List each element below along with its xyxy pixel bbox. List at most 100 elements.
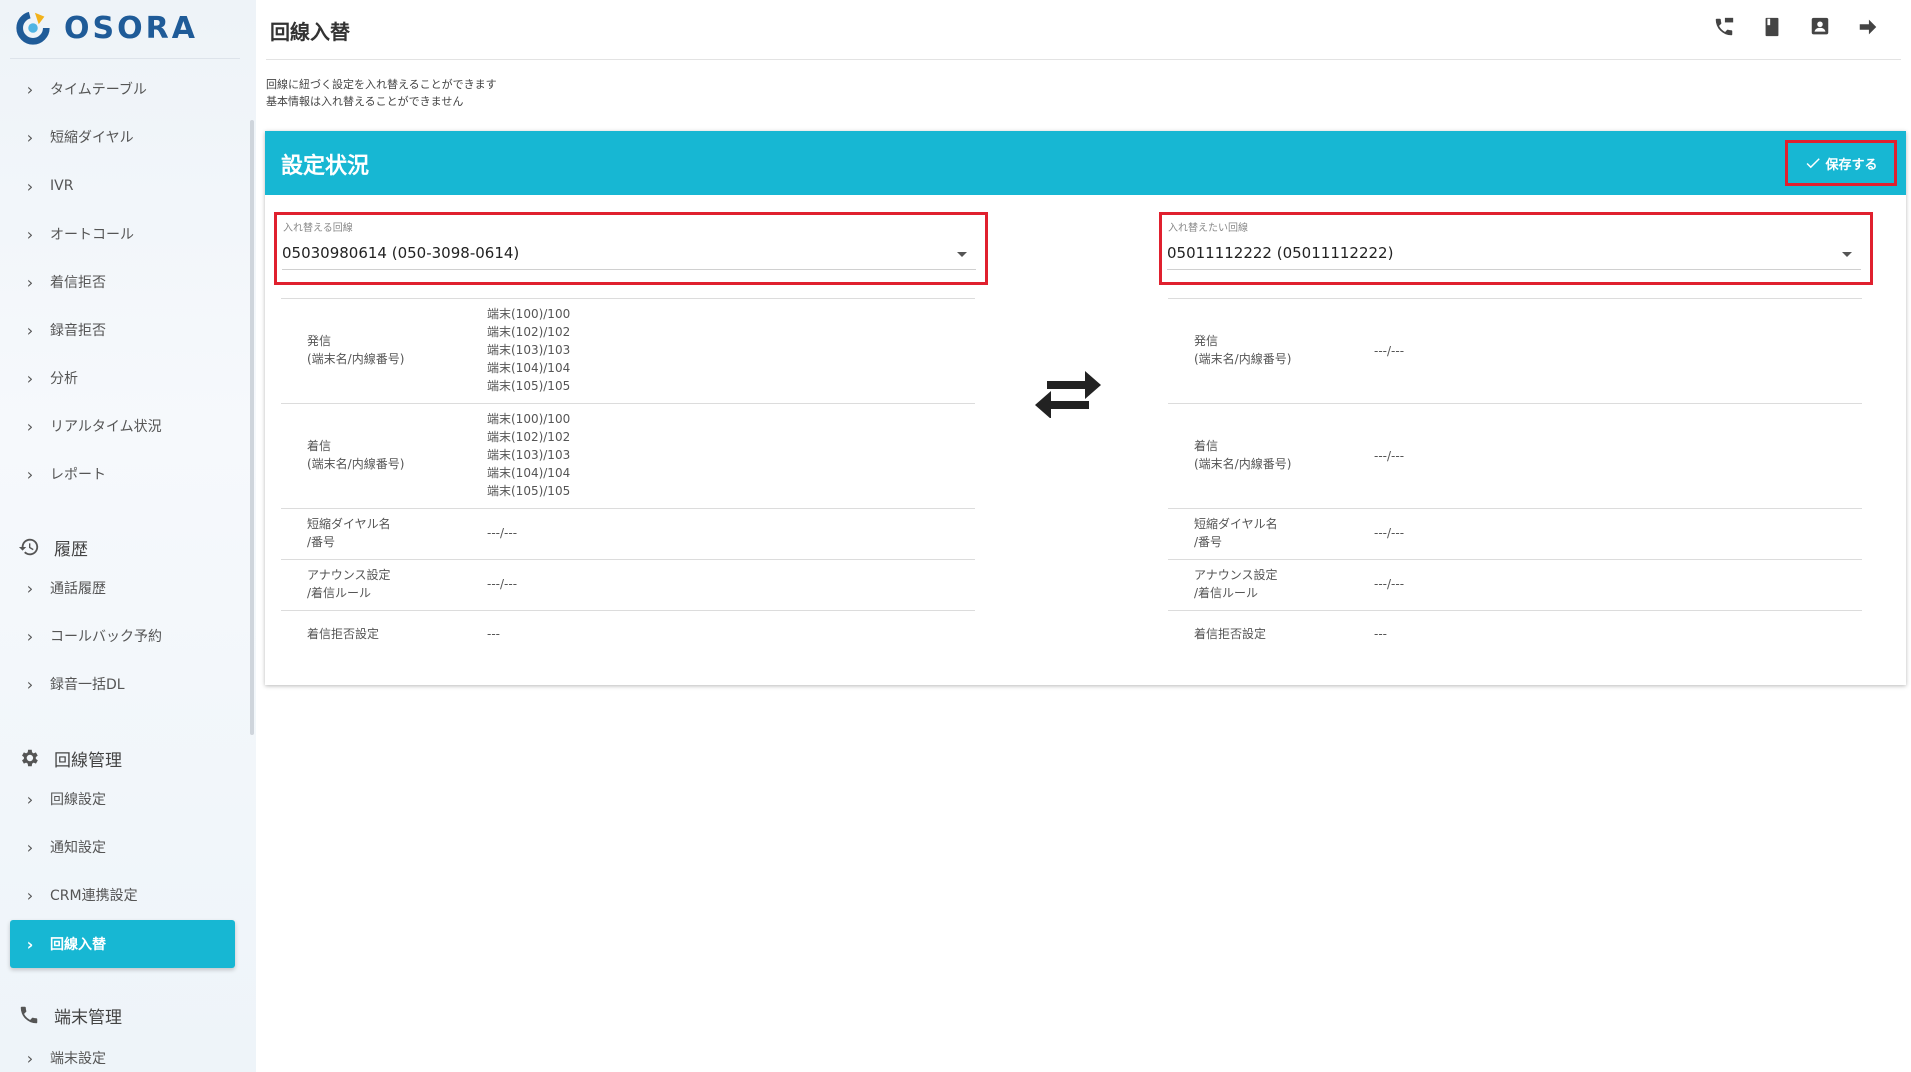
- chevron-right-icon: ›: [26, 934, 34, 954]
- row-value: ---/---: [487, 577, 518, 591]
- chevron-right-icon: ›: [26, 464, 34, 484]
- row-value-list: 端末(100)/100 端末(102)/102 端末(103)/103 端末(1…: [487, 305, 570, 395]
- sip-phone-icon[interactable]: [1713, 16, 1735, 38]
- sidebar-item-crm-settings[interactable]: › CRM連携設定: [10, 871, 235, 919]
- table-row-announce: アナウンス設定 /着信ルール ---/---: [1168, 559, 1862, 610]
- source-line-select[interactable]: 入れ替える回線 05030980614 (050-3098-0614): [274, 212, 988, 285]
- row-value: ---: [1374, 627, 1387, 641]
- dropdown-caret-icon: [957, 252, 967, 257]
- sidebar-item-line-swap[interactable]: › 回線入替: [10, 920, 235, 968]
- sidebar-item-line-settings[interactable]: › 回線設定: [10, 775, 235, 823]
- table-row-reject: 着信拒否設定 ---: [1168, 610, 1862, 658]
- row-value-list: 端末(100)/100 端末(102)/102 端末(103)/103 端末(1…: [487, 410, 570, 500]
- chevron-right-icon: ›: [26, 578, 34, 598]
- terminal-value: 端末(102)/102: [487, 430, 571, 444]
- source-settings-table: 発信 (端末名/内線番号) 端末(100)/100 端末(102)/102 端末…: [281, 298, 975, 658]
- sidebar-item-call-reject[interactable]: › 着信拒否: [10, 258, 235, 306]
- sidebar-item-timetable[interactable]: › タイムテーブル: [10, 65, 235, 113]
- sidebar-item-label: コールバック予約: [50, 629, 162, 645]
- chevron-right-icon: ›: [26, 837, 34, 857]
- row-value: ---/---: [1374, 577, 1405, 591]
- terminal-value: 端末(102)/102: [487, 325, 571, 339]
- target-line-select[interactable]: 入れ替えたい回線 05011112222 (05011112222): [1159, 212, 1873, 285]
- row-label-line: (端末名/内線番号): [307, 457, 405, 471]
- chevron-right-icon: ›: [26, 127, 34, 147]
- row-label: 短縮ダイヤル名 /番号: [1194, 515, 1278, 551]
- sidebar-group-label: 端末管理: [54, 1007, 122, 1028]
- sidebar-item-label: 回線設定: [50, 792, 106, 808]
- sidebar-item-report[interactable]: › レポート: [10, 450, 235, 498]
- target-settings-table: 発信 (端末名/内線番号) ---/--- 着信 (端末名/内線番号) ---/…: [1168, 298, 1862, 658]
- chevron-right-icon: ›: [26, 79, 34, 99]
- terminal-value: 端末(100)/100: [487, 412, 571, 426]
- row-label: 着信拒否設定: [1194, 627, 1267, 641]
- row-label-line: 発信: [1194, 334, 1219, 348]
- row-label: 発信 (端末名/内線番号): [1194, 332, 1291, 368]
- save-button[interactable]: 保存する: [1785, 140, 1897, 186]
- sidebar-item-notify-settings[interactable]: › 通知設定: [10, 823, 235, 871]
- logo-text: OSORA: [64, 10, 198, 46]
- sidebar-item-terminal-settings[interactable]: › 端末設定: [10, 1034, 235, 1072]
- sidebar-item-realtime[interactable]: › リアルタイム状況: [10, 402, 235, 450]
- logo-divider: [10, 58, 240, 59]
- row-label-line: アナウンス設定: [1194, 568, 1278, 582]
- terminal-value: 端末(100)/100: [487, 307, 571, 321]
- logout-arrow-icon[interactable]: [1857, 16, 1879, 38]
- row-value: ---/---: [1374, 449, 1405, 463]
- sidebar-item-label: 短縮ダイヤル: [50, 130, 134, 146]
- sidebar-item-label: 分析: [50, 371, 78, 387]
- sidebar-item-label: オートコール: [50, 227, 134, 243]
- select-label: 入れ替えたい回線: [1168, 223, 1248, 234]
- sidebar-item-analysis[interactable]: › 分析: [10, 354, 235, 402]
- sidebar-item-call-history[interactable]: › 通話履歴: [10, 564, 235, 612]
- row-label: 短縮ダイヤル名 /番号: [307, 515, 391, 551]
- history-icon: [18, 538, 39, 556]
- sidebar-item-label: 通知設定: [50, 840, 106, 856]
- sidebar-item-bulk-download[interactable]: › 録音一括DL: [10, 660, 235, 708]
- chevron-right-icon: ›: [26, 224, 34, 244]
- header-actions: [1713, 16, 1879, 38]
- sidebar: OSORA › タイムテーブル › 短縮ダイヤル › IVR › オートコール …: [0, 0, 256, 1072]
- osora-logo-icon: [16, 11, 50, 45]
- sidebar-item-autocall[interactable]: › オートコール: [10, 210, 235, 258]
- terminal-value: 端末(105)/105: [487, 484, 571, 498]
- sidebar-group-terminal-management[interactable]: 端末管理: [18, 998, 122, 1032]
- row-value: ---/---: [1374, 344, 1405, 358]
- sidebar-item-label: リアルタイム状況: [50, 419, 162, 435]
- save-button-label: 保存する: [1825, 156, 1878, 172]
- sidebar-item-speed-dial[interactable]: › 短縮ダイヤル: [10, 113, 235, 161]
- sidebar-item-label: 回線入替: [50, 937, 106, 953]
- terminal-value: 端末(104)/104: [487, 466, 571, 480]
- table-row-speed-dial: 短縮ダイヤル名 /番号 ---/---: [281, 508, 975, 559]
- row-label: アナウンス設定 /着信ルール: [307, 566, 391, 602]
- sidebar-item-label: 着信拒否: [50, 275, 106, 291]
- logo[interactable]: OSORA: [14, 8, 198, 48]
- sidebar-scrollbar[interactable]: [250, 120, 254, 735]
- select-value: 05011112222 (05011112222): [1167, 244, 1394, 262]
- sidebar-item-label: 端末設定: [50, 1051, 106, 1067]
- row-label-line: (端末名/内線番号): [1194, 352, 1292, 366]
- row-label: アナウンス設定 /着信ルール: [1194, 566, 1278, 602]
- phone-icon: [20, 1006, 38, 1024]
- table-row-outgoing: 発信 (端末名/内線番号) 端末(100)/100 端末(102)/102 端末…: [281, 298, 975, 403]
- row-label-line: アナウンス設定: [307, 568, 391, 582]
- sidebar-item-ivr[interactable]: › IVR: [10, 162, 235, 210]
- table-row-incoming: 着信 (端末名/内線番号) ---/---: [1168, 403, 1862, 508]
- sidebar-item-label: 録音拒否: [50, 323, 106, 339]
- book-icon[interactable]: [1761, 16, 1783, 38]
- sidebar-item-record-reject[interactable]: › 録音拒否: [10, 306, 235, 354]
- table-row-reject: 着信拒否設定 ---: [281, 610, 975, 658]
- chevron-right-icon: ›: [26, 626, 34, 646]
- chevron-right-icon: ›: [26, 885, 34, 905]
- check-icon: [1807, 158, 1821, 169]
- sidebar-item-label: レポート: [50, 467, 106, 483]
- contact-icon[interactable]: [1809, 16, 1831, 38]
- row-label-line: /番号: [307, 535, 336, 549]
- dropdown-caret-icon: [1842, 252, 1852, 257]
- sidebar-group-line-management[interactable]: 回線管理: [18, 741, 122, 775]
- chevron-right-icon: ›: [26, 416, 34, 436]
- sidebar-group-history[interactable]: 履歴: [18, 530, 88, 564]
- row-label-line: 短縮ダイヤル名: [1194, 517, 1278, 531]
- terminal-value: 端末(104)/104: [487, 361, 571, 375]
- sidebar-item-callback[interactable]: › コールバック予約: [10, 612, 235, 660]
